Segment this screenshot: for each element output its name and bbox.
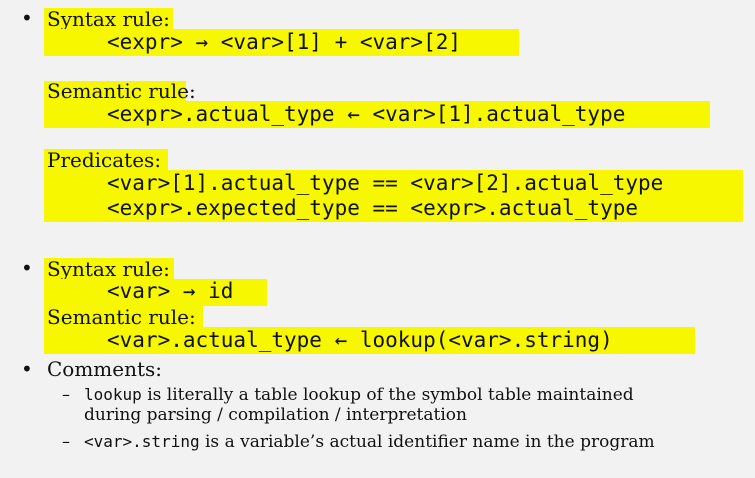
syntax-rule-code-1: <expr> → <var>[1] + <var>[2] bbox=[107, 30, 462, 54]
syntax-rule-label-1: Syntax rule: bbox=[47, 7, 170, 31]
bullet-3: • bbox=[21, 357, 33, 381]
comment-2-line-1: <var>.string is a variable’s actual iden… bbox=[84, 434, 655, 451]
comment-1-code: lookup bbox=[84, 385, 142, 404]
dash-2: – bbox=[62, 432, 70, 451]
syntax-rule-label-2: Syntax rule: bbox=[47, 257, 170, 281]
predicate-1: <var>[1].actual_type == <var>[2].actual_… bbox=[107, 171, 664, 195]
dash-1: – bbox=[62, 385, 70, 404]
syntax-rule-code-2: <var> → id bbox=[107, 279, 234, 303]
comments-label: Comments: bbox=[47, 357, 163, 381]
comment-1-line-1: lookup is literally a table lookup of th… bbox=[84, 387, 634, 404]
bullet-2: • bbox=[21, 256, 33, 280]
bullet-1: • bbox=[21, 6, 33, 30]
comment-1-line-2: during parsing / compilation / interpret… bbox=[84, 405, 467, 425]
comment-2-text: is a variable’s actual identifier name i… bbox=[199, 432, 655, 452]
semantic-rule-code-1: <expr>.actual_type ← <var>[1].actual_typ… bbox=[107, 102, 626, 126]
comment-2-code: <var>.string bbox=[84, 432, 200, 451]
predicates-label: Predicates: bbox=[47, 148, 162, 172]
predicate-2: <expr>.expected_type == <expr>.actual_ty… bbox=[107, 196, 639, 220]
semantic-rule-label-2: Semantic rule: bbox=[47, 305, 196, 329]
comment-1-text: is literally a table lookup of the symbo… bbox=[141, 385, 634, 405]
semantic-rule-code-2: <var>.actual_type ← lookup(<var>.string) bbox=[107, 328, 613, 352]
semantic-rule-label-1: Semantic rule: bbox=[47, 79, 196, 103]
